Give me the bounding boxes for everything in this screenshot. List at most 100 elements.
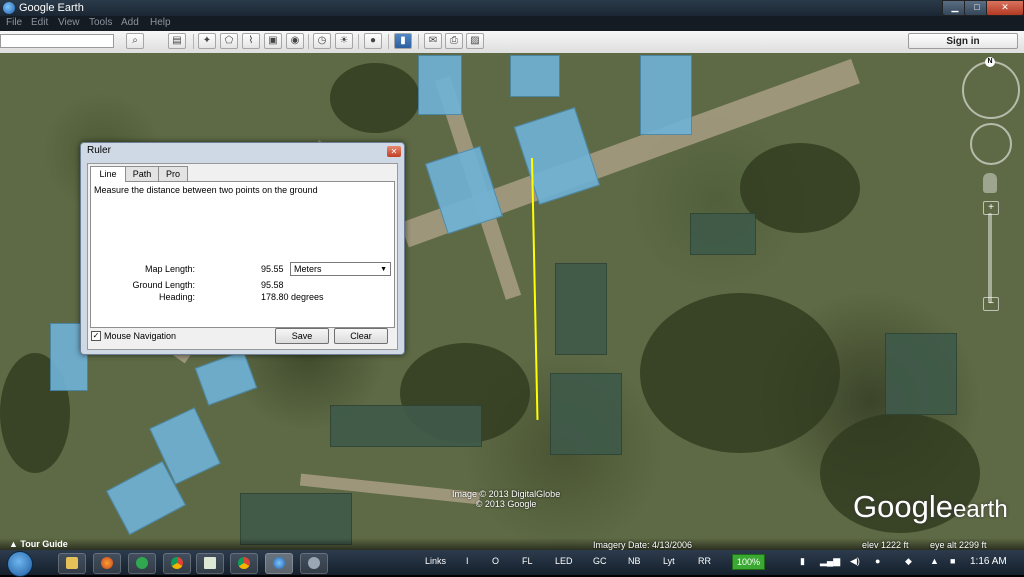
ruler-dialog: Ruler ✕ Line Path Pro Measure the distan… bbox=[80, 142, 405, 355]
taskbar-app[interactable] bbox=[128, 553, 156, 574]
tour-guide-label: Tour Guide bbox=[20, 539, 68, 549]
window-title: Google Earth bbox=[19, 2, 84, 14]
title-bar: Google Earth ▁ □ ✕ bbox=[0, 0, 1024, 16]
sign-in-button[interactable]: Sign in bbox=[908, 33, 1018, 49]
menu-tools[interactable]: Tools bbox=[89, 17, 112, 28]
google-earth-logo: Googleearth bbox=[853, 489, 1008, 525]
system-clock[interactable]: 1:16 AM bbox=[970, 556, 1007, 567]
chrome-icon bbox=[171, 557, 183, 569]
zoom-out-button[interactable]: − bbox=[983, 297, 999, 311]
ruler-line-panel: Measure the distance between two points … bbox=[90, 181, 395, 328]
planet-switch-button[interactable]: ● bbox=[364, 33, 382, 49]
tab-path[interactable]: Path bbox=[124, 166, 160, 181]
record-icon: ◉ bbox=[290, 35, 300, 46]
battery-indicator[interactable]: 100% bbox=[732, 554, 765, 570]
compass-north-icon[interactable]: N bbox=[985, 57, 995, 67]
move-joystick[interactable] bbox=[970, 123, 1012, 165]
building bbox=[555, 263, 607, 355]
menu-add[interactable]: Add bbox=[121, 17, 139, 28]
ruler-dialog-body: Line Path Pro Measure the distance betwe… bbox=[87, 163, 398, 350]
add-placemark-button[interactable]: ✦ bbox=[198, 33, 216, 49]
tab-pro[interactable]: Pro bbox=[158, 166, 188, 181]
tab-line[interactable]: Line bbox=[90, 166, 126, 182]
pushpin-icon: ✦ bbox=[202, 35, 212, 46]
volume-icon[interactable]: ◀) bbox=[850, 556, 860, 567]
start-button[interactable] bbox=[7, 551, 33, 577]
toolbar-divider bbox=[193, 34, 194, 49]
printer-icon: ⎙ bbox=[450, 35, 458, 46]
tray-item-o[interactable]: O bbox=[492, 556, 499, 566]
street-view-pegman-icon[interactable] bbox=[983, 173, 997, 193]
tray-item-fl[interactable]: FL bbox=[522, 556, 533, 566]
tree-cluster bbox=[640, 293, 840, 453]
planet-icon: ● bbox=[369, 35, 377, 46]
eye-altitude-readout: eye alt 2299 ft bbox=[930, 540, 987, 550]
menu-edit[interactable]: Edit bbox=[31, 17, 48, 28]
taskbar-app-2[interactable] bbox=[300, 553, 328, 574]
ruler-icon: ▮ bbox=[400, 35, 406, 46]
email-button[interactable]: ✉ bbox=[424, 33, 442, 49]
taskbar-firefox[interactable] bbox=[93, 553, 121, 574]
add-polygon-button[interactable]: ⬠ bbox=[220, 33, 238, 49]
tour-guide-toggle[interactable]: ▲ Tour Guide bbox=[9, 539, 68, 549]
ruler-dialog-title: Ruler bbox=[87, 145, 111, 156]
unit-select[interactable]: Meters ▼ bbox=[290, 262, 391, 276]
tray-item-lyt[interactable]: Lyt bbox=[663, 556, 675, 566]
path-icon: ⌇ bbox=[248, 35, 254, 46]
zoom-slider[interactable] bbox=[988, 213, 992, 303]
mouse-navigation-checkbox[interactable]: ✓ bbox=[91, 331, 101, 341]
taskbar-chrome[interactable] bbox=[163, 553, 191, 574]
menu-bar: File Edit View Tools Add Help bbox=[0, 16, 1024, 31]
tray-item-led[interactable]: LED bbox=[555, 556, 573, 566]
app-icon bbox=[308, 557, 320, 569]
elevation-readout: elev 1222 ft bbox=[862, 540, 909, 550]
toolbar: ⌕ ▤ ✦ ⬠ ⌇ ▣ ◉ ◷ ☀ ● ▮ ✉ ⎙ ▨ Sign in bbox=[0, 31, 1024, 54]
building bbox=[885, 333, 957, 415]
copyright-line-2: © 2013 Google bbox=[475, 499, 537, 509]
links-toolbar[interactable]: Links bbox=[425, 556, 446, 566]
record-tour-button[interactable]: ◉ bbox=[286, 33, 304, 49]
tray-app-icon[interactable]: ◆ bbox=[905, 556, 912, 567]
tray-item-gc[interactable]: GC bbox=[593, 556, 607, 566]
tray-app-icon[interactable]: ▲ bbox=[930, 556, 939, 566]
sunlight-button[interactable]: ☀ bbox=[335, 33, 353, 49]
taskbar-google-earth[interactable] bbox=[265, 553, 293, 574]
tray-app-icon[interactable]: ■ bbox=[950, 556, 955, 566]
search-icon: ⌕ bbox=[132, 35, 138, 46]
taskbar-document[interactable] bbox=[196, 553, 224, 574]
taskbar-explorer[interactable] bbox=[58, 553, 86, 574]
logo-google: Google bbox=[853, 489, 953, 524]
search-button[interactable]: ⌕ bbox=[126, 33, 144, 49]
close-button[interactable]: ✕ bbox=[986, 0, 1024, 16]
ground-length-label: Ground Length: bbox=[132, 280, 195, 290]
tray-item-i[interactable]: I bbox=[466, 556, 469, 566]
look-joystick[interactable] bbox=[962, 61, 1020, 119]
signal-icon[interactable]: ▂▄▆ bbox=[820, 556, 840, 567]
toolbar-divider bbox=[388, 34, 389, 49]
ruler-button[interactable]: ▮ bbox=[394, 33, 412, 49]
chevron-down-icon: ▼ bbox=[380, 266, 387, 273]
save-image-button[interactable]: ▨ bbox=[466, 33, 484, 49]
chrome-icon bbox=[238, 557, 250, 569]
tray-item-rr[interactable]: RR bbox=[698, 556, 711, 566]
taskbar-chrome-2[interactable] bbox=[230, 553, 258, 574]
add-path-button[interactable]: ⌇ bbox=[242, 33, 260, 49]
network-icon[interactable]: ▮ bbox=[800, 556, 805, 567]
tree-cluster bbox=[740, 143, 860, 233]
save-button[interactable]: Save bbox=[275, 328, 329, 344]
search-input[interactable] bbox=[0, 34, 114, 48]
sidebar-toggle-button[interactable]: ▤ bbox=[168, 33, 186, 49]
clear-button[interactable]: Clear bbox=[334, 328, 388, 344]
save-image-icon: ▨ bbox=[470, 35, 480, 46]
building bbox=[550, 373, 622, 455]
firefox-icon bbox=[101, 557, 113, 569]
print-button[interactable]: ⎙ bbox=[445, 33, 463, 49]
menu-view[interactable]: View bbox=[58, 17, 80, 28]
menu-file[interactable]: File bbox=[6, 17, 22, 28]
ruler-close-button[interactable]: ✕ bbox=[387, 146, 401, 157]
menu-help[interactable]: Help bbox=[150, 17, 171, 28]
add-overlay-button[interactable]: ▣ bbox=[264, 33, 282, 49]
tray-item-nb[interactable]: NB bbox=[628, 556, 641, 566]
tray-app-icon[interactable]: ● bbox=[875, 556, 880, 566]
historical-imagery-button[interactable]: ◷ bbox=[313, 33, 331, 49]
